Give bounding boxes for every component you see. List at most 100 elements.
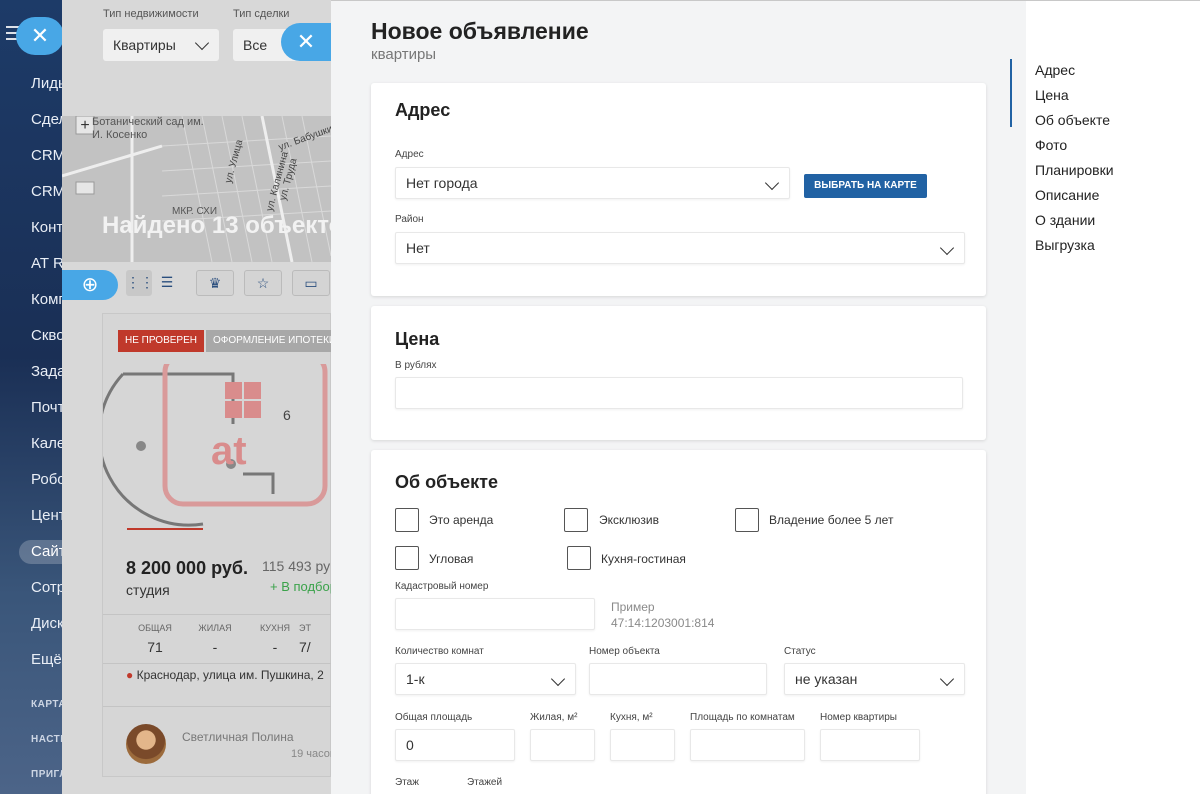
sidebar-item[interactable]: Диск [31, 612, 62, 648]
anchor-building[interactable]: О здании [1035, 212, 1095, 228]
map[interactable]: + Ботанический сад им. И. Косенко МКР. С… [62, 116, 331, 262]
stat-label: ОБЩАЯ [138, 623, 172, 633]
checkbox-label: Владение более 5 лет [769, 513, 894, 527]
sidebar-item[interactable]: Сделки [31, 108, 62, 144]
background-page: Тип недвижимости Квартиры Тип сделки Все [62, 0, 331, 794]
sidebar-item[interactable]: CRM [31, 144, 62, 180]
section-title: Об объекте [395, 472, 498, 492]
sidebar-item[interactable]: Задачи [31, 360, 62, 396]
cadastral-label: Кадастровый номер [395, 581, 489, 592]
ownership-checkbox[interactable] [735, 508, 759, 532]
district-select[interactable]: Нет [395, 232, 965, 264]
chevron-down-icon [764, 175, 780, 191]
anchor-address[interactable]: Адрес [1035, 62, 1075, 78]
add-icon[interactable]: ⊕ [62, 270, 118, 300]
svg-text:6: 6 [283, 407, 291, 423]
sidebar-item[interactable]: Календарь [31, 432, 62, 468]
section-title: Адрес [395, 100, 451, 120]
close-panel-icon[interactable]: ✕ [281, 23, 331, 61]
sidebar-item-active[interactable]: Сайты [19, 540, 62, 564]
listing-card[interactable]: НЕ ПРОВЕРЕН ОФОРМЛЕНИЕ ИПОТЕКИ 6 at 8 20… [102, 313, 331, 777]
stat-label: ЭТ [299, 623, 311, 633]
district-value: Нет [406, 240, 430, 256]
object-number-label: Номер объекта [589, 646, 660, 657]
anchor-export[interactable]: Выгрузка [1035, 237, 1095, 253]
anchor-plans[interactable]: Планировки [1035, 162, 1114, 178]
stat-kitchen: КУХНЯ - [245, 623, 305, 655]
sidebar-item[interactable]: Контакты [31, 216, 62, 252]
district-label: Район [395, 214, 424, 225]
filter-type-select[interactable]: Квартиры [103, 29, 219, 61]
svg-text:+: + [80, 117, 89, 134]
rent-checkbox[interactable] [395, 508, 419, 532]
anchor-photo[interactable]: Фото [1035, 137, 1067, 153]
new-listing-panel: Новое объявление квартиры Адрес Адрес Не… [331, 0, 1200, 794]
rooms-value: 1-к [406, 671, 425, 687]
filter-type-value: Квартиры [113, 37, 176, 53]
sidebar-small-item[interactable]: ПРИГЛАСИТЬ [31, 768, 62, 794]
total-area-label: Общая площадь [395, 712, 473, 723]
status-label: Статус [784, 646, 816, 657]
anchor-object[interactable]: Об объекте [1035, 112, 1110, 128]
filter-type-label: Тип недвижимости [103, 8, 199, 20]
sidebar-item[interactable]: Роботы [31, 468, 62, 504]
city-select[interactable]: Нет города [395, 167, 790, 199]
rooms-select[interactable]: 1-к [395, 663, 576, 695]
price-rub-input[interactable] [395, 377, 963, 409]
anchor-description[interactable]: Описание [1035, 187, 1099, 203]
object-number-input[interactable] [589, 663, 767, 695]
archive-icon[interactable]: ▭ [292, 270, 330, 296]
corner-checkbox[interactable] [395, 546, 419, 570]
kitchen-area-input[interactable] [610, 729, 675, 761]
list-view-icon[interactable]: ☰ [154, 270, 180, 296]
choose-on-map-button[interactable]: ВЫБРАТЬ НА КАРТЕ [804, 174, 927, 198]
sidebar-small-item[interactable]: НАСТРОЙКИ [31, 733, 62, 768]
address-section: Адрес Адрес Нет города ВЫБРАТЬ НА КАРТЕ … [371, 83, 986, 296]
rooms-area-input[interactable] [690, 729, 805, 761]
sidebar-item[interactable]: Сквозная [31, 324, 62, 360]
chevron-down-icon [939, 240, 955, 256]
stat-value: 7/ [299, 639, 311, 655]
sidebar-item[interactable]: Ещё [31, 648, 62, 684]
object-section: Об объекте Это аренда Эксклюзив Владение… [371, 450, 986, 794]
sidebar-small-item[interactable]: КАРТА [31, 698, 62, 733]
sidebar-item[interactable]: Почта [31, 396, 62, 432]
divider [103, 706, 331, 707]
grid-view-icon[interactable]: ⋮⋮ [126, 270, 154, 296]
sidebar-item[interactable]: Лиды [31, 72, 62, 108]
collection-status[interactable]: + В подборке [270, 579, 331, 594]
close-icon[interactable]: ✕ [16, 17, 64, 55]
stat-label: ЖИЛАЯ [198, 623, 232, 633]
agent-name: Светличная Полина [182, 730, 294, 744]
sidebar-item[interactable]: AT R [31, 252, 62, 288]
checkbox-label: Кухня-гостиная [601, 552, 686, 566]
star-icon[interactable]: ☆ [244, 270, 282, 296]
floors-label: Этажей [467, 777, 503, 788]
sidebar-item[interactable]: Центр [31, 504, 62, 540]
cadastral-input[interactable] [395, 598, 595, 630]
avatar[interactable] [126, 724, 166, 764]
exclusive-checkbox[interactable] [564, 508, 588, 532]
sidebar-item[interactable]: CRM [31, 180, 62, 216]
sidebar-item[interactable]: Сотрудники [31, 576, 62, 612]
listing-price: 8 200 000 руб. [126, 558, 248, 578]
flat-number-input[interactable] [820, 729, 920, 761]
map-park-label: Ботанический сад им. И. Косенко [92, 116, 204, 141]
rooms-area-label: Площадь по комнатам [690, 712, 795, 723]
kitchen-living-checkbox[interactable] [567, 546, 591, 570]
total-area-input[interactable]: 0 [395, 729, 515, 761]
filter-deal-value: Все [243, 37, 268, 53]
status-select[interactable]: не указан [784, 663, 965, 695]
checkbox-label: Это аренда [429, 513, 494, 527]
chevron-down-icon [194, 35, 210, 51]
agent-time: 19 часов [291, 748, 331, 760]
results-count: Найдено 13 объектов [102, 212, 331, 239]
form-area: Новое объявление квартиры Адрес Адрес Не… [331, 1, 1026, 794]
sidebar-item[interactable]: Компании [31, 288, 62, 324]
filter-deal-label: Тип сделки [233, 8, 290, 20]
sidebar-menu: Лиды Сделки CRM CRM Контакты AT R Компан… [19, 72, 62, 794]
living-area-input[interactable] [530, 729, 595, 761]
anchor-price[interactable]: Цена [1035, 87, 1069, 103]
stat-value: - [212, 639, 218, 655]
crown-icon[interactable]: ♛ [196, 270, 234, 296]
